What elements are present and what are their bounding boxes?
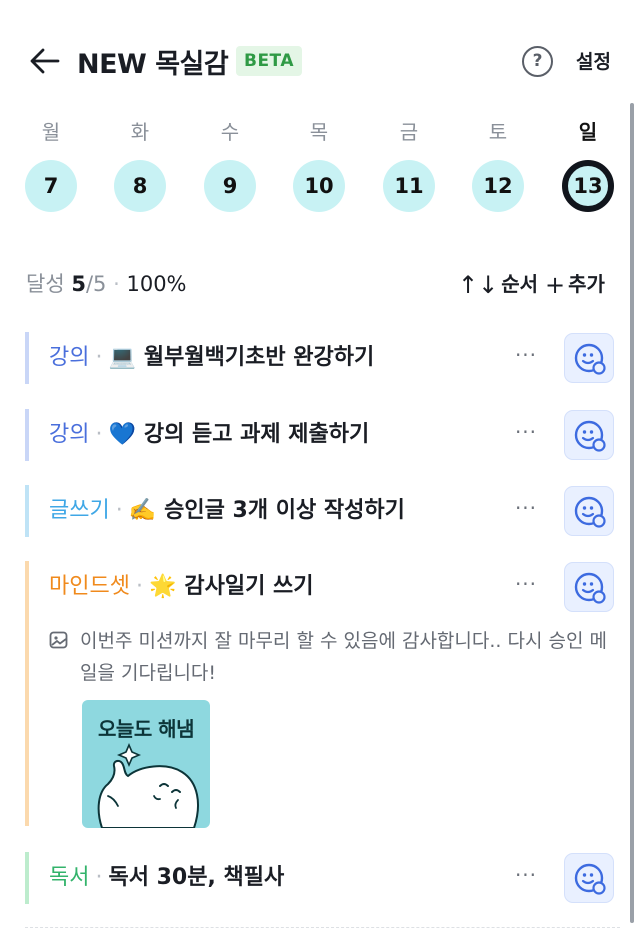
add-label: 추가	[568, 272, 605, 296]
category-bar	[25, 332, 29, 384]
task-item[interactable]: 강의 · 💻 월부월백기초반 완강하기 ···	[25, 332, 620, 384]
category-bar	[25, 485, 29, 537]
task-row: 글쓰기 · ✍️ 승인글 3개 이상 작성하기	[49, 485, 405, 537]
task-name: 감사일기 쓰기	[184, 574, 314, 599]
stats-label: 달성	[26, 272, 65, 296]
page-title: NEW 목실감	[77, 49, 229, 80]
arrow-left-icon[interactable]	[28, 44, 62, 78]
day-label: 월	[41, 120, 61, 144]
task-row: 마인드셋 · 🌟 감사일기 쓰기	[49, 561, 313, 613]
task-category: 강의	[49, 345, 90, 370]
task-separator: ·	[95, 422, 103, 447]
day-date[interactable]: 10	[293, 160, 345, 212]
smiley-add-icon	[574, 343, 606, 375]
sticker-image[interactable]: 오늘도 해냄	[82, 700, 210, 828]
mascot-illustration	[97, 742, 199, 828]
smiley-add-icon	[574, 572, 606, 604]
day-date[interactable]: 9	[204, 160, 256, 212]
more-options-icon[interactable]: ···	[512, 573, 540, 601]
task-name: 강의 듣고 과제 제출하기	[143, 422, 370, 447]
add-button[interactable]: + 추가	[545, 268, 605, 299]
day-label: 일	[578, 120, 598, 144]
day-date[interactable]: 11	[383, 160, 435, 212]
task-item[interactable]: 강의 · 💙 강의 듣고 과제 제출하기 ···	[25, 409, 620, 461]
order-label: 순서	[501, 272, 539, 296]
smiley-add-icon	[574, 496, 606, 528]
category-bar	[25, 852, 29, 904]
task-item[interactable]: 독서 · 독서 30분, 책필사 ···	[25, 852, 620, 904]
task-item[interactable]: 글쓰기 · ✍️ 승인글 3개 이상 작성하기 ···	[25, 485, 620, 537]
stats-total: 5	[93, 272, 107, 296]
sort-icon: ↑↓	[458, 271, 499, 299]
task-separator: ·	[135, 574, 143, 599]
smiley-add-icon	[574, 863, 606, 895]
day-date[interactable]: 8	[114, 160, 166, 212]
plus-icon: +	[545, 271, 566, 299]
laptop-emoji-icon: 💻	[108, 345, 136, 370]
more-options-icon[interactable]: ···	[512, 421, 540, 449]
reaction-button[interactable]	[564, 486, 614, 536]
image-note-icon	[49, 631, 68, 649]
scrollbar[interactable]	[630, 103, 634, 923]
day-date[interactable]: 13	[562, 160, 614, 212]
glowing-star-emoji-icon: 🌟	[148, 574, 177, 599]
note-text: 이번주 미션까지 잘 마무리 할 수 있음에 감사합니다.. 다시 승인 메일을…	[80, 630, 607, 684]
reaction-button[interactable]	[564, 853, 614, 903]
writing-hand-emoji-icon: ✍️	[128, 498, 157, 523]
category-bar	[25, 409, 29, 461]
task-category: 독서	[49, 865, 90, 890]
day-label: 수	[220, 120, 240, 144]
category-bar	[25, 561, 29, 826]
task-name: 독서 30분, 책필사	[108, 865, 285, 890]
day-date[interactable]: 12	[472, 160, 524, 212]
achievement-stats: 달성 5/5 · 100%	[26, 268, 187, 298]
week-strip: 월 7 화 8 수 9 목 10 금 11 토 12 일 13	[0, 112, 630, 222]
task-row: 강의 · 💻 월부월백기초반 완강하기	[49, 332, 374, 384]
task-name: 승인글 3개 이상 작성하기	[164, 498, 405, 523]
day-label: 토	[488, 120, 508, 144]
stats-done: 5	[71, 272, 86, 296]
day-date[interactable]: 7	[25, 160, 77, 212]
task-separator: ·	[115, 498, 123, 523]
day-label: 금	[399, 120, 419, 144]
task-row: 강의 · 💙 강의 듣고 과제 제출하기	[49, 409, 369, 461]
stats-percent: 100%	[126, 272, 187, 296]
beta-badge: BETA	[236, 46, 302, 76]
reaction-button[interactable]	[564, 410, 614, 460]
stats-slash: /	[85, 272, 94, 296]
day-label: 화	[130, 120, 150, 144]
help-icon[interactable]: ?	[522, 46, 553, 77]
task-category: 글쓰기	[49, 498, 110, 523]
blue-heart-emoji-icon: 💙	[108, 422, 136, 447]
settings-button[interactable]: 설정	[576, 47, 611, 74]
header: NEW 목실감 BETA ? 설정	[0, 0, 640, 120]
reaction-button[interactable]	[564, 333, 614, 383]
task-item[interactable]: 마인드셋 · 🌟 감사일기 쓰기 ··· 이번주 미션까지 잘 마무리 할 수 있음에…	[25, 561, 620, 828]
task-category: 마인드셋	[49, 574, 130, 599]
list-divider	[25, 927, 620, 928]
order-button[interactable]: ↑↓ 순서	[458, 268, 538, 299]
more-options-icon[interactable]: ···	[512, 864, 540, 892]
reaction-button[interactable]	[564, 562, 614, 612]
task-name: 월부월백기초반 완강하기	[143, 345, 375, 370]
day-label: 목	[309, 120, 329, 144]
more-options-icon[interactable]: ···	[512, 344, 540, 372]
task-category: 강의	[49, 422, 90, 447]
task-separator: ·	[95, 345, 103, 370]
more-options-icon[interactable]: ···	[512, 497, 540, 525]
stats-separator: ·	[113, 272, 120, 296]
smiley-add-icon	[574, 420, 606, 452]
task-separator: ·	[95, 865, 103, 890]
task-row: 독서 · 독서 30분, 책필사	[49, 852, 284, 904]
